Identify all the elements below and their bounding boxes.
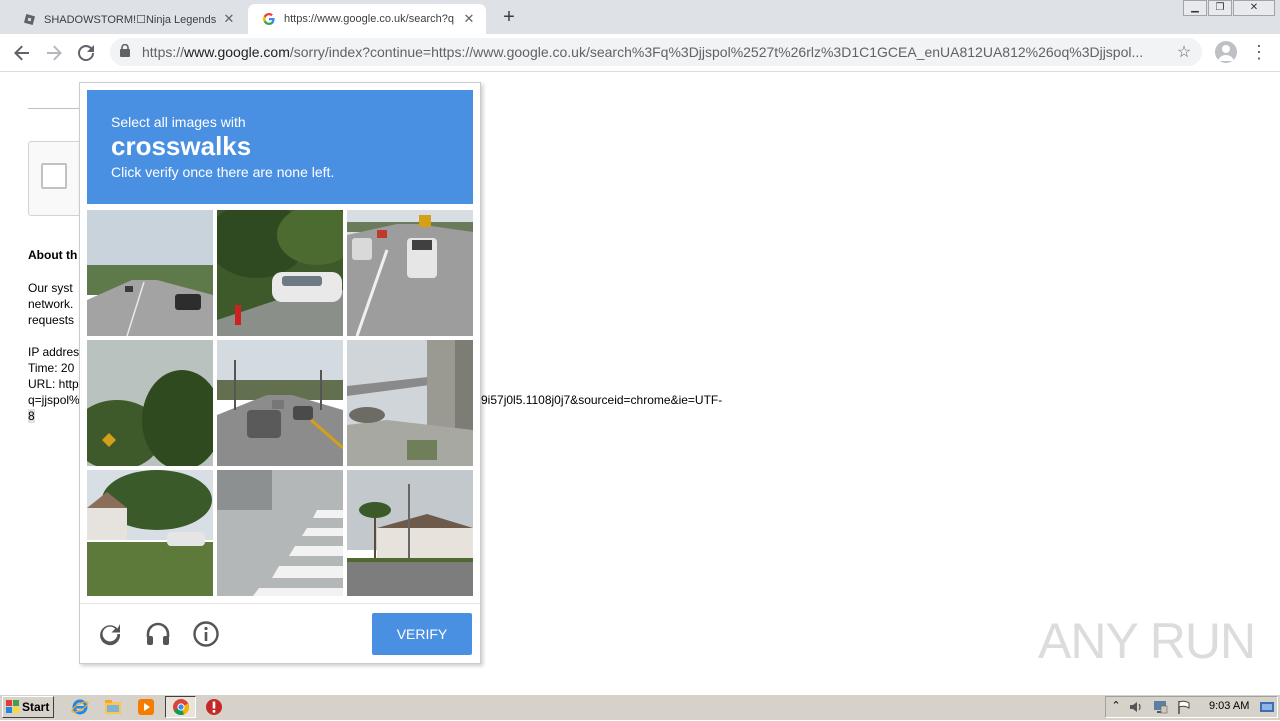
window-close-button[interactable]: ✕ <box>1233 0 1275 16</box>
verify-button[interactable]: VERIFY <box>372 613 472 655</box>
captcha-instruction: Select all images with <box>111 114 246 130</box>
volume-icon[interactable] <box>1128 699 1144 715</box>
new-tab-button[interactable]: + <box>497 6 521 30</box>
anyrun-watermark: ANY RUN <box>1038 613 1256 669</box>
lock-icon <box>120 43 134 60</box>
windows-logo-icon <box>6 700 20 714</box>
start-label: Start <box>22 700 50 714</box>
recaptcha-checkbox[interactable] <box>41 163 67 189</box>
captcha-subinstruction: Click verify once there are none left. <box>111 164 335 180</box>
ip-address-line: IP addres <box>28 345 80 359</box>
browser-menu-icon[interactable]: ⋮ <box>1250 40 1268 64</box>
tab-close-icon[interactable]: ✕ <box>460 11 478 27</box>
start-button[interactable]: Start <box>2 696 54 718</box>
url-host: www.google.com <box>184 44 290 60</box>
page-paragraph-line: Our syst <box>28 281 73 295</box>
page-paragraph-line: network. <box>28 297 74 311</box>
page-paragraph-line: requests <box>28 313 75 327</box>
headphones-icon[interactable] <box>144 620 172 648</box>
window-maximize-button[interactable]: ❐ <box>1208 0 1232 16</box>
bookmark-star-icon[interactable]: ☆ <box>1174 42 1194 62</box>
url-path: /sorry/index?continue=https://www.google… <box>289 44 1144 60</box>
reload-page-icon[interactable] <box>74 41 98 65</box>
profile-avatar[interactable] <box>1215 41 1237 63</box>
about-heading: About th <box>28 248 78 262</box>
captcha-tile-6[interactable] <box>347 340 473 466</box>
tab-close-icon[interactable]: ✕ <box>220 11 238 27</box>
url-line: URL: http <box>28 377 79 391</box>
address-bar[interactable]: https://www.google.com/sorry/index?conti… <box>110 38 1202 66</box>
time-line: Time: 20 <box>28 361 75 375</box>
tab-google-search[interactable]: https://www.google.co.uk/search?q ✕ <box>248 4 486 34</box>
captcha-tile-8[interactable] <box>217 470 343 596</box>
captcha-tile-9[interactable] <box>347 470 473 596</box>
file-explorer-icon[interactable] <box>104 698 122 716</box>
captcha-tile-4[interactable] <box>87 340 213 466</box>
chrome-taskbar-button[interactable] <box>165 696 196 718</box>
captcha-footer-divider <box>80 603 480 604</box>
captcha-tile-7[interactable] <box>87 470 213 596</box>
query-line-end: 8 <box>28 409 35 423</box>
page-divider <box>28 108 80 109</box>
info-icon[interactable] <box>192 620 220 648</box>
captcha-keyword: crosswalks <box>111 131 252 161</box>
chrome-icon <box>172 698 190 716</box>
captcha-tile-5[interactable] <box>217 340 343 466</box>
window-minimize-button[interactable]: ▁ <box>1183 0 1207 16</box>
url-scheme: https:// <box>142 44 185 60</box>
action-center-flag-icon[interactable] <box>1176 699 1192 715</box>
taskbar-clock: 9:03 AM <box>1209 700 1250 712</box>
query-line: q=jjspol% <box>28 393 80 407</box>
reload-icon[interactable] <box>96 620 124 648</box>
captcha-tile-1[interactable] <box>87 210 213 336</box>
forward-arrow-icon[interactable] <box>42 41 66 65</box>
tab-roblox[interactable]: SHADOWSTORM!☐Ninja Legends - F ✕ <box>8 4 246 34</box>
tray-expand-icon[interactable]: ⌃ <box>1110 699 1122 715</box>
internet-explorer-icon[interactable] <box>71 698 89 716</box>
captcha-tile-2[interactable] <box>217 210 343 336</box>
tab-title: SHADOWSTORM!☐Ninja Legends - F <box>44 13 220 26</box>
back-arrow-icon[interactable] <box>10 41 34 65</box>
show-desktop-icon[interactable] <box>1259 699 1275 715</box>
query-line-tail: 9i57j0l5.1108j0j7&sourceid=chrome&ie=UTF… <box>481 393 723 407</box>
media-player-icon[interactable] <box>137 698 155 716</box>
google-favicon-icon <box>262 12 276 26</box>
network-icon[interactable] <box>1152 699 1168 715</box>
tab-title: https://www.google.co.uk/search?q <box>284 13 454 25</box>
roblox-favicon-icon <box>22 12 36 26</box>
captcha-tile-3[interactable] <box>347 210 473 336</box>
url-text[interactable]: https://www.google.com/sorry/index?conti… <box>142 44 1174 60</box>
stop-sign-icon[interactable] <box>205 698 223 716</box>
